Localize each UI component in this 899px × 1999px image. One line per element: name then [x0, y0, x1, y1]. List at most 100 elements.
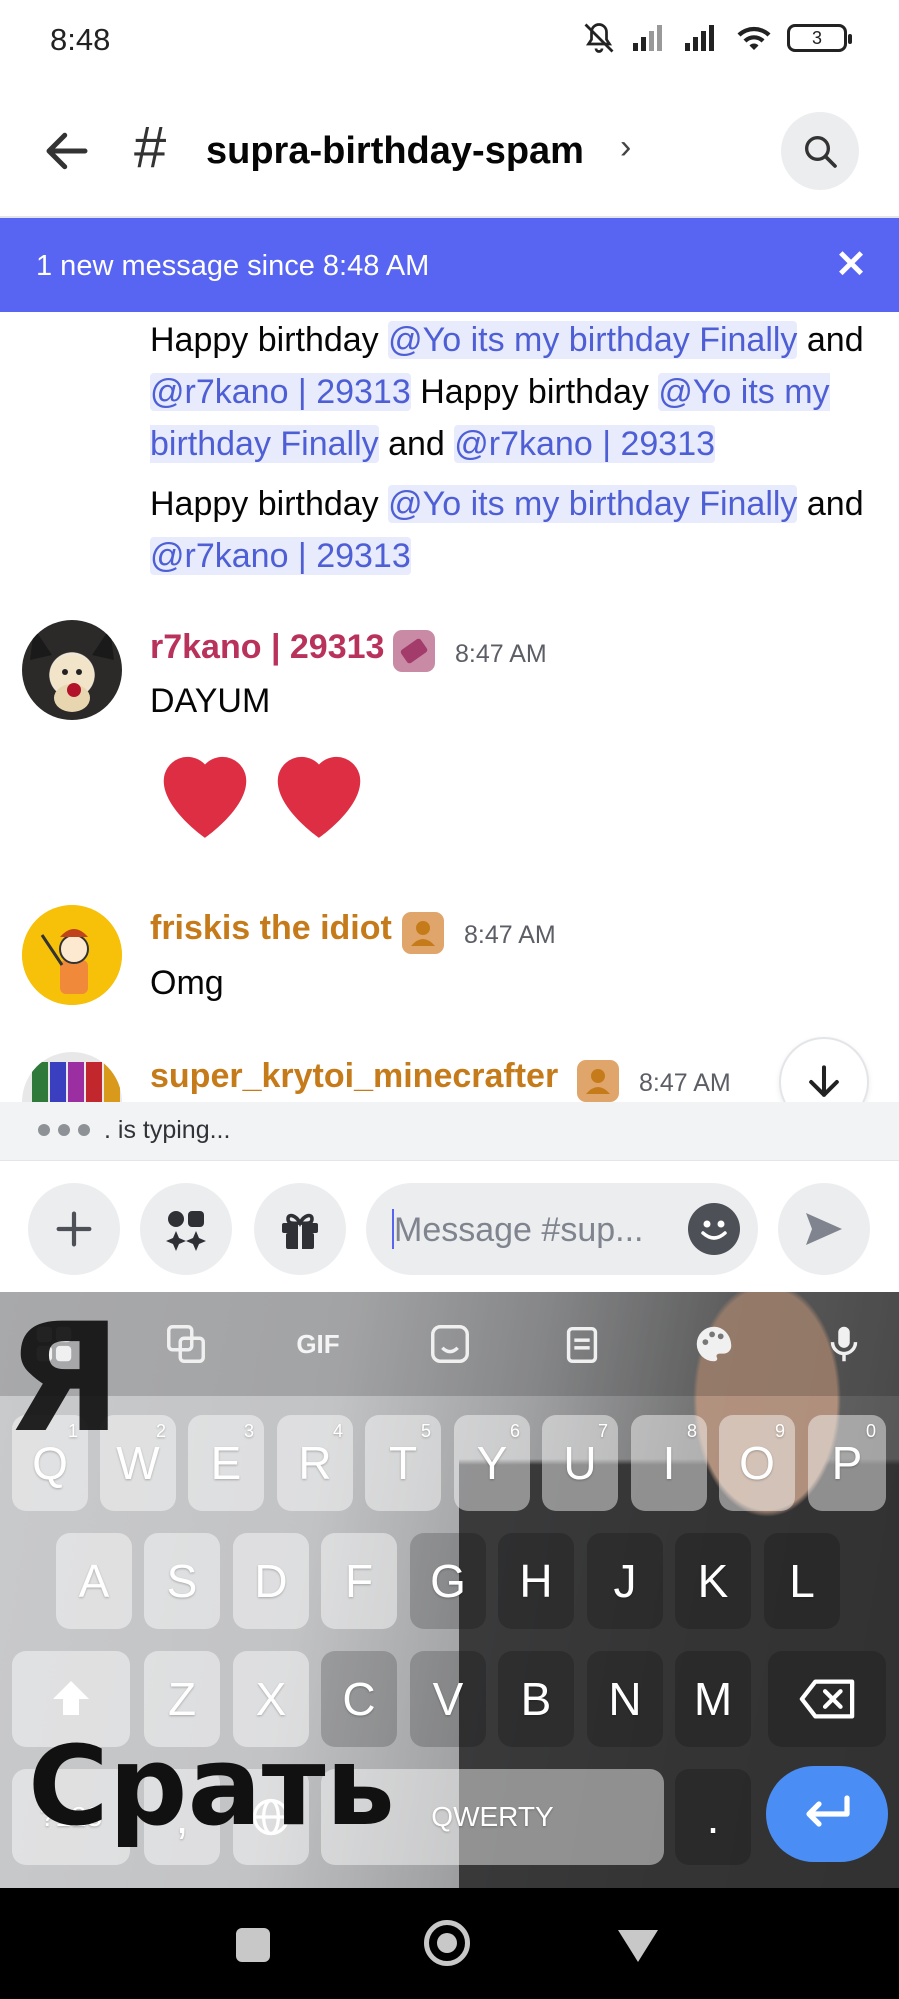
clipboard-icon[interactable] [554, 1316, 610, 1372]
user-mention[interactable]: @r7kano | 29313 [150, 537, 411, 575]
key-e[interactable]: E3 [188, 1415, 264, 1511]
key-n[interactable]: N [587, 1651, 663, 1747]
sticker-icon[interactable] [422, 1316, 478, 1372]
key-b[interactable]: B [498, 1651, 574, 1747]
cartoon-avatar-icon [32, 1062, 120, 1102]
wifi-icon [737, 26, 771, 50]
message-content: Happy birthday @Yo its my birthday Final… [150, 478, 870, 582]
battery-level: 3 [811, 27, 822, 48]
typing-text: . is typing... [104, 1116, 231, 1144]
cartoon-avatar-icon [22, 905, 122, 1005]
key-i[interactable]: I8 [631, 1415, 707, 1511]
message-author[interactable]: friskis the idiot [150, 909, 392, 948]
dog-avatar-icon [30, 628, 114, 712]
key-j[interactable]: J [587, 1533, 663, 1629]
user-mention[interactable]: @r7kano | 29313 [454, 425, 716, 463]
message-author[interactable]: r7kano | 29313 [150, 628, 384, 667]
message-list[interactable]: Happy birthday @Yo its my birthday Final… [0, 312, 899, 1102]
member-role-icon [402, 912, 444, 954]
heart-emojis [150, 740, 374, 844]
status-icons: 3 [581, 20, 852, 56]
palette-icon[interactable] [686, 1316, 742, 1372]
new-messages-bar[interactable]: 1 new message since 8:48 AM ✕ [0, 218, 899, 312]
message-text: Happy birthday [150, 485, 389, 523]
key-m[interactable]: M [675, 1651, 751, 1747]
message-text: DAYUM [150, 682, 271, 720]
gift-button[interactable] [254, 1183, 346, 1275]
status-bar: 8:48 3 [0, 0, 899, 84]
message-text: Happy birthday [150, 321, 389, 359]
message-input[interactable]: Message #sup... [366, 1183, 758, 1275]
sparkle-apps-icon [166, 1211, 206, 1251]
search-button[interactable] [781, 112, 859, 190]
key-t[interactable]: T5 [365, 1415, 441, 1511]
key-v[interactable]: V [410, 1651, 486, 1747]
shift-icon [53, 1681, 89, 1715]
message-text: and [797, 485, 864, 523]
typing-dots-icon [38, 1124, 90, 1136]
typing-indicator: . is typing... [0, 1102, 899, 1160]
recents-button[interactable] [236, 1928, 270, 1962]
member-role-icon [577, 1060, 619, 1102]
send-icon [806, 1213, 842, 1245]
battery-icon: 3 [787, 24, 852, 52]
message-timestamp: 8:47 AM [455, 640, 547, 668]
apps-button[interactable] [140, 1183, 232, 1275]
user-mention[interactable]: @Yo its my birthday Finally [388, 321, 798, 359]
back-nav-button[interactable] [618, 1930, 658, 1962]
microphone-icon[interactable] [816, 1316, 872, 1372]
channel-title[interactable]: supra-birthday-spam [206, 130, 584, 173]
home-button[interactable] [424, 1920, 470, 1966]
key-l[interactable]: L [764, 1533, 840, 1629]
avatar[interactable] [22, 620, 122, 720]
message-text: and [378, 425, 455, 463]
avatar[interactable] [22, 1052, 122, 1102]
user-mention[interactable]: @r7kano | 29313 [150, 373, 411, 411]
key-s[interactable]: S [144, 1533, 220, 1629]
key-u[interactable]: U7 [542, 1415, 618, 1511]
period-key[interactable]: . [675, 1769, 751, 1865]
new-messages-text: 1 new message since 8:48 AM [36, 250, 430, 282]
key-g[interactable]: G [410, 1533, 486, 1629]
backspace-icon [799, 1679, 855, 1719]
channel-header: # supra-birthday-spam › [0, 84, 899, 218]
key-a[interactable]: A [56, 1533, 132, 1629]
key-p[interactable]: P0 [808, 1415, 886, 1511]
user-mention[interactable]: @Yo its my birthday Finally [388, 485, 798, 523]
plus-icon [56, 1211, 92, 1247]
message-input-placeholder: Message #sup... [394, 1211, 644, 1249]
key-k[interactable]: K [675, 1533, 751, 1629]
enter-key[interactable] [766, 1766, 888, 1862]
key-f[interactable]: F [321, 1533, 397, 1629]
message-text: Happy birthday [410, 373, 659, 411]
back-button[interactable] [40, 124, 94, 178]
message-timestamp: 8:47 AM [464, 921, 556, 949]
heart-icon [277, 756, 361, 838]
keyboard-toolbar: GIF [0, 1292, 899, 1396]
keyboard-theme-overlay-text: Срать [28, 1722, 396, 1850]
message-text: Omg [150, 964, 224, 1002]
key-y[interactable]: Y6 [454, 1415, 530, 1511]
key-d[interactable]: D [233, 1533, 309, 1629]
chevron-right-icon[interactable]: › [620, 128, 631, 167]
message-content: Happy birthday @Yo its my birthday Final… [150, 314, 870, 470]
send-button[interactable] [778, 1183, 870, 1275]
arrow-left-icon [46, 132, 88, 170]
translate-icon[interactable] [158, 1316, 214, 1372]
attach-button[interactable] [28, 1183, 120, 1275]
emoji-button[interactable] [688, 1203, 740, 1255]
message-author[interactable]: super_krytoi_minecrafter [150, 1057, 558, 1096]
message-text: and [797, 321, 864, 359]
search-icon [805, 136, 837, 168]
key-o[interactable]: O9 [719, 1415, 795, 1511]
gif-icon[interactable]: GIF [290, 1316, 346, 1372]
system-navigation-bar [0, 1888, 899, 1999]
close-icon[interactable]: ✕ [835, 242, 867, 287]
backspace-key[interactable] [768, 1651, 886, 1747]
message-composer: Message #sup... [0, 1160, 899, 1292]
avatar[interactable] [22, 905, 122, 1005]
key-r[interactable]: R4 [277, 1415, 353, 1511]
keyboard-theme-overlay-text: Я [6, 1292, 122, 1466]
key-h[interactable]: H [498, 1533, 574, 1629]
signal-icon [633, 25, 662, 51]
